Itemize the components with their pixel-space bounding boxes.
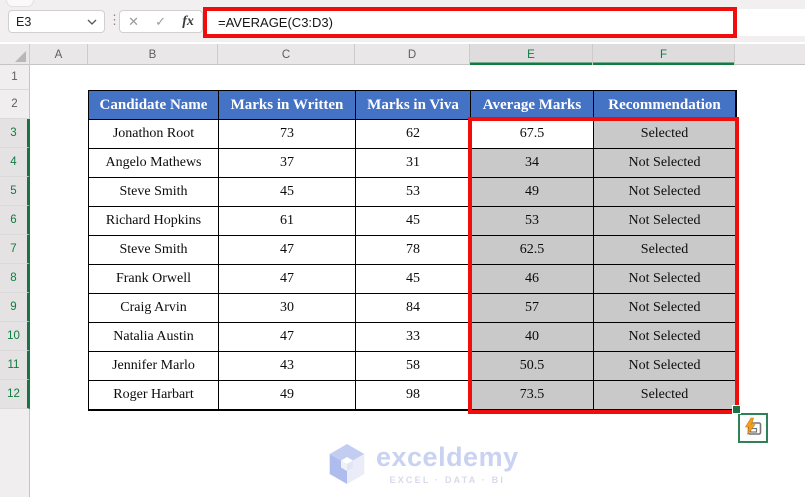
row-header-7[interactable]: 7	[0, 235, 30, 264]
cell-C8[interactable]: 47	[219, 265, 356, 294]
column-header-C[interactable]: C	[218, 44, 355, 65]
cell-F11[interactable]: Not Selected	[594, 352, 736, 381]
select-all-triangle-icon	[15, 51, 26, 62]
excel-window: E3 ⋮ ✕ ✓ fx =AVERAGE(C3:D3) ABCDEF 12345…	[0, 0, 805, 497]
row-header-1[interactable]: 1	[0, 65, 30, 90]
fill-handle[interactable]	[732, 405, 741, 414]
column-header-filler	[735, 44, 805, 65]
cell-E2[interactable]: Average Marks	[471, 91, 594, 120]
cell-D12[interactable]: 98	[356, 381, 471, 410]
insert-function-icon[interactable]: fx	[182, 14, 194, 30]
cell-D6[interactable]: 45	[356, 207, 471, 236]
cell-D2[interactable]: Marks in Viva	[356, 91, 471, 120]
cell-E5[interactable]: 49	[471, 178, 594, 207]
row-header-5[interactable]: 5	[0, 177, 30, 206]
cell-D4[interactable]: 31	[356, 149, 471, 178]
column-header-E[interactable]: E	[470, 44, 593, 65]
row-header-12[interactable]: 12	[0, 380, 30, 409]
column-header-B[interactable]: B	[88, 44, 218, 65]
row-header-6[interactable]: 6	[0, 206, 30, 235]
window-chrome-fragment	[6, 0, 34, 7]
formula-bar-row: E3 ⋮ ✕ ✓ fx =AVERAGE(C3:D3)	[0, 0, 805, 42]
formula-buttons-group: ✕ ✓ fx	[119, 10, 203, 33]
column-header-A[interactable]: A	[30, 44, 88, 65]
cell-F8[interactable]: Not Selected	[594, 265, 736, 294]
cell-B9[interactable]: Craig Arvin	[89, 294, 219, 323]
cell-C9[interactable]: 30	[219, 294, 356, 323]
cell-B11[interactable]: Jennifer Marlo	[89, 352, 219, 381]
cell-F12[interactable]: Selected	[594, 381, 736, 410]
cancel-icon[interactable]: ✕	[128, 15, 139, 28]
cell-C2[interactable]: Marks in Written	[219, 91, 356, 120]
cell-F5[interactable]: Not Selected	[594, 178, 736, 207]
cell-B4[interactable]: Angelo Mathews	[89, 149, 219, 178]
flash-fill-options-icon	[744, 417, 762, 435]
column-header-D[interactable]: D	[355, 44, 470, 65]
cell-D7[interactable]: 78	[356, 236, 471, 265]
row-header-8[interactable]: 8	[0, 264, 30, 293]
watermark-tagline: EXCEL · DATA · BI	[389, 474, 506, 485]
row-header-9[interactable]: 9	[0, 293, 30, 322]
cell-C11[interactable]: 43	[219, 352, 356, 381]
cell-F4[interactable]: Not Selected	[594, 149, 736, 178]
cell-C7[interactable]: 47	[219, 236, 356, 265]
cell-B12[interactable]: Roger Harbart	[89, 381, 219, 410]
cell-B2[interactable]: Candidate Name	[89, 91, 219, 120]
exceldemy-logo-icon	[329, 444, 365, 484]
cell-D9[interactable]: 84	[356, 294, 471, 323]
cell-F2[interactable]: Recommendation	[594, 91, 736, 120]
enter-icon[interactable]: ✓	[155, 15, 166, 28]
cell-C3[interactable]: 73	[219, 120, 356, 149]
row-header-11[interactable]: 11	[0, 351, 30, 380]
cell-B6[interactable]: Richard Hopkins	[89, 207, 219, 236]
cell-B10[interactable]: Natalia Austin	[89, 323, 219, 352]
row-header-3[interactable]: 3	[0, 119, 30, 148]
row-header-10[interactable]: 10	[0, 322, 30, 351]
cell-D11[interactable]: 58	[356, 352, 471, 381]
watermark-brand: exceldemy	[376, 441, 519, 472]
cell-B5[interactable]: Steve Smith	[89, 178, 219, 207]
cell-D8[interactable]: 45	[356, 265, 471, 294]
cell-C4[interactable]: 37	[219, 149, 356, 178]
column-header-F[interactable]: F	[593, 44, 735, 65]
cell-E10[interactable]: 40	[471, 323, 594, 352]
cell-E12[interactable]: 73.5	[471, 381, 594, 410]
row-header-filler	[0, 409, 30, 497]
cell-C6[interactable]: 61	[219, 207, 356, 236]
exceldemy-watermark: exceldemy EXCEL · DATA · BI	[327, 442, 519, 486]
cell-F3[interactable]: Selected	[594, 120, 736, 149]
name-box[interactable]: E3	[8, 10, 105, 33]
select-all-corner[interactable]	[0, 44, 30, 65]
cell-E4[interactable]: 34	[471, 149, 594, 178]
cell-D10[interactable]: 33	[356, 323, 471, 352]
cell-E9[interactable]: 57	[471, 294, 594, 323]
cell-F10[interactable]: Not Selected	[594, 323, 736, 352]
candidates-table: Candidate Name Marks in Written Marks in V…	[88, 90, 737, 411]
cell-D3[interactable]: 62	[356, 120, 471, 149]
row-header-2[interactable]: 2	[0, 90, 30, 119]
cell-C10[interactable]: 47	[219, 323, 356, 352]
cell-E6[interactable]: 53	[471, 207, 594, 236]
chevron-down-icon[interactable]	[87, 19, 97, 25]
row-header-4[interactable]: 4	[0, 148, 30, 177]
cell-B7[interactable]: Steve Smith	[89, 236, 219, 265]
cell-F9[interactable]: Not Selected	[594, 294, 736, 323]
cell-F6[interactable]: Not Selected	[594, 207, 736, 236]
cell-C5[interactable]: 45	[219, 178, 356, 207]
formula-text: =AVERAGE(C3:D3)	[218, 15, 333, 30]
cell-E7[interactable]: 62.5	[471, 236, 594, 265]
flash-fill-options-button[interactable]	[738, 413, 768, 443]
cell-B3[interactable]: Jonathon Root	[89, 120, 219, 149]
cell-B8[interactable]: Frank Orwell	[89, 265, 219, 294]
cell-E11[interactable]: 50.5	[471, 352, 594, 381]
cell-E3[interactable]: 67.5	[471, 120, 594, 149]
name-box-value: E3	[16, 14, 32, 29]
cell-F7[interactable]: Selected	[594, 236, 736, 265]
formula-input[interactable]: =AVERAGE(C3:D3)	[205, 9, 805, 36]
cell-C12[interactable]: 49	[219, 381, 356, 410]
column-headers: ABCDEF	[0, 44, 805, 65]
cell-D5[interactable]: 53	[356, 178, 471, 207]
cell-E8[interactable]: 46	[471, 265, 594, 294]
row-headers: 1 2 3 4 5 6 7 8 9 10 11 12	[0, 65, 30, 497]
